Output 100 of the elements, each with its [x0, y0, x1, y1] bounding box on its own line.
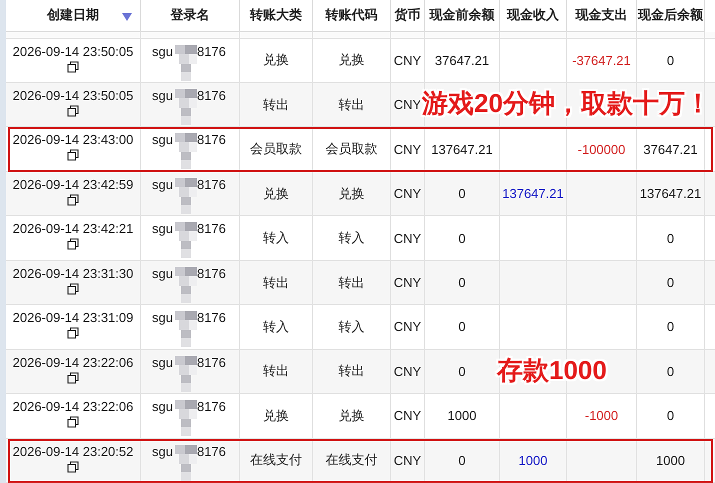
- currency-text: CNY: [394, 319, 422, 334]
- annotation-text: 存款1000: [497, 354, 607, 387]
- copy-icon[interactable]: [67, 416, 79, 428]
- date-text: 2026-09-14 23:20:52: [12, 444, 134, 459]
- column-header[interactable]: 现金前余额: [430, 6, 494, 24]
- code-text: 兑换: [338, 406, 364, 425]
- currency-text: CNY: [394, 230, 422, 246]
- date-text: 2026-09-14 23:42:59: [12, 176, 134, 192]
- date-text: 2026-09-14 23:42:21: [12, 221, 134, 236]
- amount-text: 0: [458, 364, 466, 379]
- expense-amount: -100000: [578, 142, 626, 157]
- code-text: 转出: [338, 274, 364, 292]
- category-text: 转出: [263, 96, 289, 114]
- amount-text: 0: [458, 452, 466, 468]
- login-name: sgu: [152, 266, 173, 281]
- date-text: 2026-09-14 23:50:05: [12, 44, 134, 59]
- code-text: 兑换: [338, 184, 364, 203]
- copy-icon[interactable]: [67, 372, 79, 384]
- amount-text: 37647.21: [643, 142, 698, 157]
- amount-text: 37647.21: [434, 52, 490, 68]
- category-text: 转出: [263, 362, 289, 380]
- login-name: 8176: [196, 354, 226, 370]
- login-name: 8176: [196, 266, 226, 281]
- currency-text: CNY: [394, 408, 422, 424]
- copy-icon[interactable]: [67, 460, 79, 473]
- category-text: 转入: [263, 318, 289, 336]
- login-name: sgu: [152, 354, 173, 370]
- amount-text: 0: [666, 52, 674, 68]
- login-name: sgu: [152, 176, 173, 192]
- code-text: 转入: [338, 229, 364, 248]
- amount-text: 0: [666, 364, 674, 379]
- copy-icon[interactable]: [67, 60, 79, 73]
- sort-icon[interactable]: [122, 13, 132, 21]
- login-name: 8176: [196, 88, 226, 103]
- category-text: 在线支付: [250, 451, 302, 470]
- date-text: 2026-09-14 23:31:30: [12, 266, 134, 281]
- login-name: 8176: [196, 44, 226, 59]
- currency-text: CNY: [394, 52, 422, 68]
- category-text: 会员取款: [250, 140, 302, 158]
- blur-mosaic: [173, 219, 199, 260]
- login-name: sgu: [152, 88, 173, 103]
- column-header[interactable]: 现金收入: [507, 6, 559, 24]
- amount-text: 0: [666, 319, 674, 334]
- login-name: 8176: [196, 444, 226, 459]
- date-text: 2026-09-14 23:31:09: [12, 310, 134, 326]
- blur-mosaic: [173, 397, 199, 438]
- amount-text: 0: [458, 275, 466, 290]
- login-name: sgu: [152, 44, 173, 59]
- category-text: 转出: [263, 274, 289, 292]
- currency-text: CNY: [394, 275, 422, 290]
- amount-text: 1000: [656, 452, 685, 468]
- login-name: sgu: [152, 444, 173, 459]
- copy-icon[interactable]: [67, 282, 79, 295]
- login-name: 8176: [196, 221, 226, 236]
- login-name: 8176: [196, 310, 226, 326]
- login-name: sgu: [152, 132, 173, 148]
- amount-text: 0: [458, 186, 466, 202]
- category-text: 兑换: [263, 406, 289, 425]
- currency-text: CNY: [394, 97, 422, 112]
- date-text: 2026-09-14 23:43:00: [12, 132, 134, 148]
- amount-text: 0: [458, 319, 466, 334]
- column-header[interactable]: 货币: [394, 6, 420, 24]
- login-name: 8176: [196, 176, 226, 192]
- income-amount: 1000: [518, 452, 548, 468]
- amount-text: 1000: [448, 408, 476, 424]
- amount-text: 0: [666, 408, 674, 424]
- copy-icon[interactable]: [67, 327, 79, 340]
- expense-amount: -37647.21: [572, 52, 631, 68]
- annotation-text: 游戏20分钟，取款十万！: [422, 86, 711, 120]
- copy-icon[interactable]: [67, 149, 79, 162]
- login-name: 8176: [196, 399, 226, 414]
- code-text: 转出: [338, 362, 364, 380]
- code-text: 转出: [338, 96, 364, 114]
- column-header[interactable]: 现金后余额: [638, 6, 703, 24]
- amount-text: 0: [666, 230, 674, 246]
- copy-icon[interactable]: [67, 194, 79, 206]
- column-header[interactable]: 转账代码: [326, 6, 378, 24]
- blur-mosaic: [173, 308, 199, 348]
- date-text: 2026-09-14 23:50:05: [12, 88, 134, 103]
- column-header[interactable]: 现金支出: [576, 6, 628, 24]
- code-text: 兑换: [338, 51, 364, 70]
- income-amount: 137647.21: [502, 186, 564, 202]
- category-text: 兑换: [263, 51, 289, 70]
- currency-text: CNY: [394, 364, 422, 379]
- date-text: 2026-09-14 23:22:06: [12, 399, 134, 414]
- amount-text: 137647.21: [431, 142, 493, 157]
- login-name: sgu: [152, 221, 173, 236]
- login-name: sgu: [152, 399, 173, 414]
- column-header[interactable]: 创建日期: [47, 6, 99, 24]
- login-name: 8176: [196, 132, 226, 148]
- currency-text: CNY: [394, 186, 422, 202]
- expense-amount: -1000: [584, 408, 618, 424]
- category-text: 转入: [263, 229, 289, 248]
- date-text: 2026-09-14 23:22:06: [12, 354, 134, 370]
- copy-icon[interactable]: [67, 104, 79, 117]
- column-header[interactable]: 登录名: [170, 6, 210, 24]
- code-text: 会员取款: [326, 140, 378, 158]
- copy-icon[interactable]: [67, 238, 79, 250]
- currency-text: CNY: [394, 452, 422, 468]
- column-header[interactable]: 转账大类: [250, 6, 302, 24]
